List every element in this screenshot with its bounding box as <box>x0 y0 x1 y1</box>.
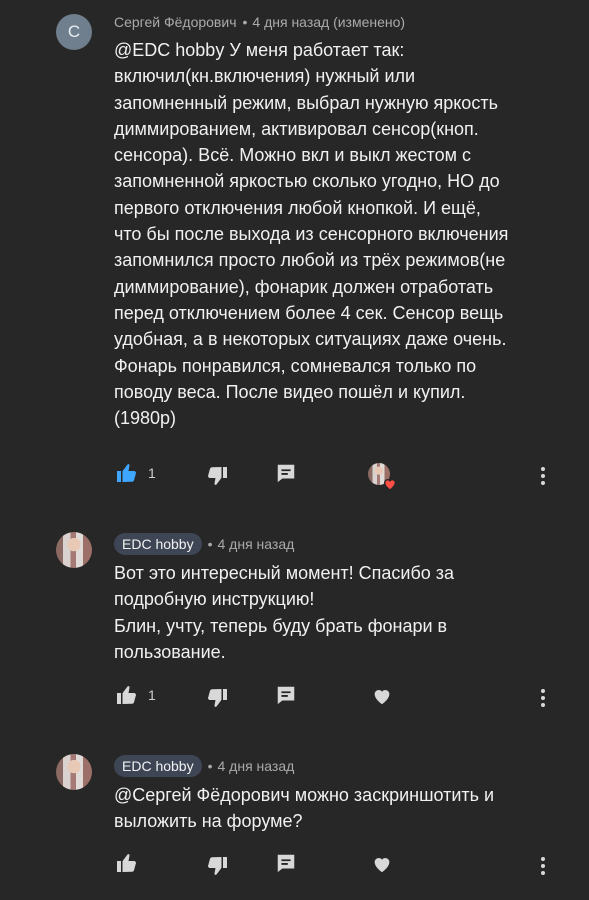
thumb-down-icon <box>208 857 227 875</box>
avatar[interactable]: С <box>56 14 92 50</box>
heart-icon <box>374 690 390 705</box>
comment-header: EDC hobby • 4 дня назад <box>114 755 294 777</box>
dislike-button[interactable] <box>206 464 230 488</box>
thumb-up-icon <box>117 686 136 704</box>
more-button[interactable] <box>531 854 555 878</box>
more-button[interactable] <box>531 464 555 488</box>
like-count: 1 <box>148 465 156 481</box>
like-button[interactable] <box>114 851 148 875</box>
more-vert-icon <box>541 689 545 707</box>
reply-button[interactable] <box>275 462 297 484</box>
avatar[interactable] <box>56 532 92 568</box>
author-badge[interactable]: EDC hobby <box>114 533 202 555</box>
reply-icon <box>277 686 295 705</box>
comment-actions: 1 <box>0 683 589 713</box>
reply-button[interactable] <box>275 684 297 706</box>
avatar[interactable] <box>56 754 92 790</box>
like-button[interactable]: 1 <box>114 461 156 485</box>
reply-button[interactable] <box>275 852 297 874</box>
creator-heart <box>368 463 402 493</box>
more-vert-icon <box>541 857 545 875</box>
heart-button[interactable] <box>371 853 393 875</box>
thumb-down-icon <box>208 467 227 485</box>
timestamp[interactable]: 4 дня назад <box>218 758 295 774</box>
heart-icon <box>374 858 390 873</box>
comment-header: EDC hobby • 4 дня назад <box>114 533 294 555</box>
dislike-button[interactable] <box>206 854 230 878</box>
heart-icon <box>383 479 397 491</box>
dislike-button[interactable] <box>206 686 230 710</box>
comment-text: @EDC hobby У меня работает так: включил(… <box>114 40 509 429</box>
comment-header: Сергей Фёдорович • 4 дня назад (изменено… <box>114 14 406 30</box>
comment-actions <box>0 851 589 881</box>
comment-actions: 1 <box>0 461 589 491</box>
timestamp[interactable]: 4 дня назад (изменено) <box>252 14 405 30</box>
thumb-up-icon <box>117 854 136 872</box>
like-count: 1 <box>148 687 156 703</box>
heart-button[interactable] <box>371 685 393 707</box>
reply-icon <box>277 464 295 483</box>
author-badge[interactable]: EDC hobby <box>114 755 202 777</box>
comment-text: @Сергей Фёдорович можно заскриншотить и … <box>114 785 495 832</box>
timestamp[interactable]: 4 дня назад <box>218 536 295 552</box>
thumb-up-icon <box>117 464 136 482</box>
reply-icon <box>277 854 295 873</box>
thumb-down-icon <box>208 689 227 707</box>
author-name[interactable]: Сергей Фёдорович <box>114 14 237 30</box>
more-button[interactable] <box>531 686 555 710</box>
like-button[interactable]: 1 <box>114 683 156 707</box>
more-vert-icon <box>541 467 545 485</box>
comment-text: Вот это интересный момент! Спасибо за по… <box>114 563 455 662</box>
